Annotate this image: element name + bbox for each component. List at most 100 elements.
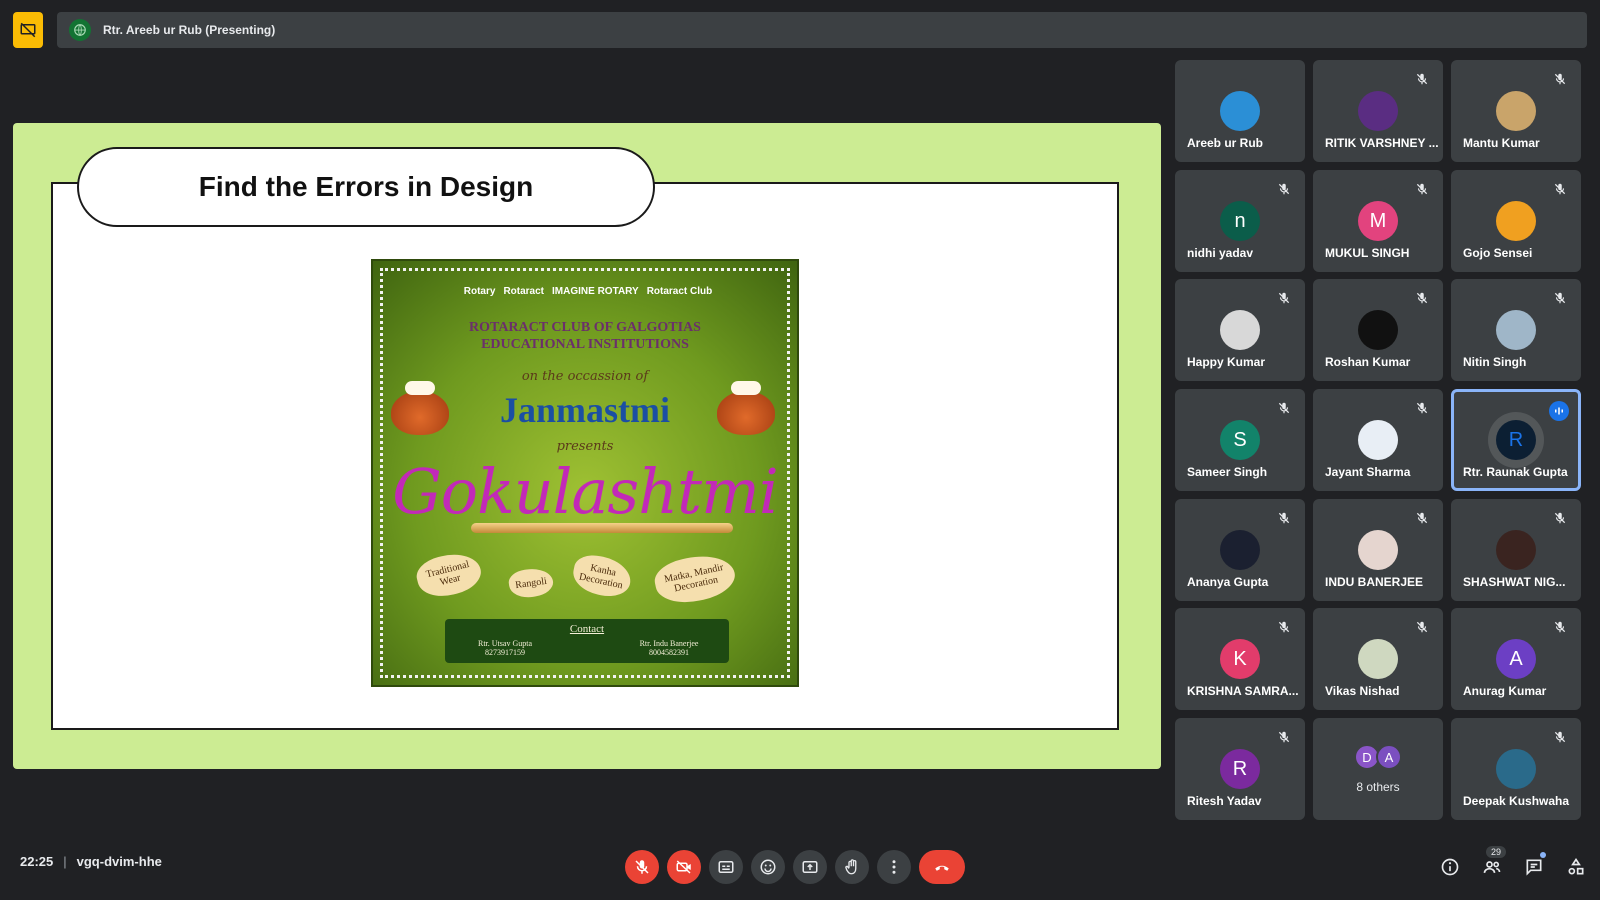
- activities-button[interactable]: [1560, 850, 1592, 884]
- poster-org-line1: ROTARACT CLUB OF GALGOTIAS: [469, 320, 701, 335]
- contact-name: Rtr. Utsav Gupta: [478, 639, 532, 648]
- poster-contact: Contact Rtr. Utsav Gupta 8273917159 Rtr.…: [445, 619, 729, 663]
- participant-tile[interactable]: Gojo Sensei: [1451, 170, 1581, 272]
- participant-tile-others[interactable]: DA 8 others: [1313, 718, 1443, 820]
- participant-tile[interactable]: R Rtr. Raunak Gupta: [1451, 389, 1581, 491]
- stop-presenting-button[interactable]: [13, 12, 43, 48]
- captions-icon: [718, 861, 734, 873]
- info-icon: [1441, 858, 1459, 876]
- mic-off-icon: [1415, 72, 1429, 86]
- avatar: n: [1220, 201, 1260, 241]
- chat-icon: [1526, 859, 1542, 876]
- participant-name: nidhi yadav: [1187, 246, 1254, 260]
- participant-name: Happy Kumar: [1187, 355, 1266, 369]
- presentation-stage: Find the Errors in Design Rotary Rotarac…: [13, 123, 1161, 769]
- mic-off-icon: [1277, 291, 1291, 305]
- participant-tile[interactable]: R Ritesh Yadav: [1175, 718, 1305, 820]
- camera-toggle-button[interactable]: [667, 850, 701, 884]
- contact-person-2: Rtr. Indu Banerjee 8004582391: [619, 639, 719, 657]
- participant-name: Vikas Nishad: [1325, 684, 1400, 698]
- participant-name: RITIK VARSHNEY ...: [1325, 136, 1439, 150]
- mic-off-icon: [1553, 72, 1567, 86]
- call-controls: [625, 850, 965, 884]
- mic-off-icon: [1415, 620, 1429, 634]
- avatar: [1358, 420, 1398, 460]
- participant-name: Anurag Kumar: [1463, 684, 1547, 698]
- avatar: [1358, 91, 1398, 131]
- speaking-indicator-icon: [1549, 401, 1569, 421]
- poster-presents: presents: [556, 439, 614, 454]
- mic-toggle-button[interactable]: [625, 850, 659, 884]
- avatar: [1496, 530, 1536, 570]
- meeting-code: vgq-dvim-hhe: [76, 854, 162, 869]
- poster-logos: Rotary Rotaract IMAGINE ROTARY Rotaract …: [423, 279, 753, 303]
- meeting-details-button[interactable]: [1434, 850, 1466, 884]
- poster-tags: Traditional Wear Rangoli Kanha Decoratio…: [413, 547, 757, 611]
- participant-tile[interactable]: Vikas Nishad: [1313, 608, 1443, 710]
- avatar: R: [1220, 749, 1260, 789]
- participant-tile[interactable]: n nidhi yadav: [1175, 170, 1305, 272]
- participant-tile[interactable]: Areeb ur Rub: [1175, 60, 1305, 162]
- participant-name: Gojo Sensei: [1463, 246, 1533, 260]
- avatar: [1358, 310, 1398, 350]
- people-button[interactable]: 29: [1476, 846, 1508, 884]
- participant-tile[interactable]: S Sameer Singh: [1175, 389, 1305, 491]
- mic-off-icon: [1415, 182, 1429, 196]
- participant-tile[interactable]: Ananya Gupta: [1175, 499, 1305, 601]
- avatar: [1220, 530, 1260, 570]
- participant-tile[interactable]: Jayant Sharma: [1313, 389, 1443, 491]
- avatar: A: [1496, 639, 1536, 679]
- present-screen-button[interactable]: [793, 850, 827, 884]
- poster-tag: Traditional Wear: [413, 547, 485, 603]
- presenting-bar: Rtr. Areeb ur Rub (Presenting): [57, 12, 1587, 48]
- avatar: R: [1496, 420, 1536, 460]
- mic-off-icon: [1277, 730, 1291, 744]
- participant-name: Jayant Sharma: [1325, 465, 1411, 479]
- participant-tile[interactable]: RITIK VARSHNEY ...: [1313, 60, 1443, 162]
- participant-tile[interactable]: K KRISHNA SAMRA...: [1175, 608, 1305, 710]
- mic-off-icon: [1277, 401, 1291, 415]
- contact-phone: 8004582391: [649, 648, 689, 657]
- poster-org: ROTARACT CLUB OF GALGOTIAS EDUCATIONAL I…: [373, 319, 797, 353]
- poster-main-title: Gokulashtmi: [392, 455, 778, 528]
- flute-graphic: [471, 523, 733, 533]
- globe-icon: [74, 24, 86, 36]
- more-options-button[interactable]: [877, 850, 911, 884]
- avatar: [1220, 91, 1260, 131]
- mic-off-icon: [635, 860, 649, 874]
- captions-button[interactable]: [709, 850, 743, 884]
- participant-name: Ritesh Yadav: [1187, 794, 1262, 808]
- participant-tile[interactable]: Mantu Kumar: [1451, 60, 1581, 162]
- participant-tile[interactable]: Deepak Kushwaha: [1451, 718, 1581, 820]
- camera-off-icon: [676, 860, 691, 874]
- presenting-label: Rtr. Areeb ur Rub (Presenting): [103, 23, 276, 37]
- participant-tile[interactable]: INDU BANERJEE: [1313, 499, 1443, 601]
- chat-unread-dot: [1540, 852, 1546, 858]
- participant-tile[interactable]: Happy Kumar: [1175, 279, 1305, 381]
- people-count-badge: 29: [1486, 846, 1507, 858]
- meeting-separator: |: [63, 854, 67, 869]
- participant-name: KRISHNA SAMRA...: [1187, 684, 1299, 698]
- participant-name: Areeb ur Rub: [1187, 136, 1264, 150]
- chat-button[interactable]: [1518, 850, 1550, 884]
- avatar: [1496, 310, 1536, 350]
- leave-call-button[interactable]: [919, 850, 965, 884]
- poster-image: Rotary Rotaract IMAGINE ROTARY Rotaract …: [371, 259, 799, 687]
- emoji-icon: [760, 859, 776, 875]
- participant-tile[interactable]: M MUKUL SINGH: [1313, 170, 1443, 272]
- poster-event: Janmastmi: [500, 390, 670, 430]
- slide-title-box: Find the Errors in Design: [77, 147, 655, 227]
- present-off-icon: [20, 22, 36, 38]
- avatar: [1496, 91, 1536, 131]
- participant-tile[interactable]: SHASHWAT NIG...: [1451, 499, 1581, 601]
- participant-tile[interactable]: Roshan Kumar: [1313, 279, 1443, 381]
- mic-off-icon: [1553, 620, 1567, 634]
- top-bar: Rtr. Areeb ur Rub (Presenting): [13, 12, 1587, 48]
- raise-hand-button[interactable]: [835, 850, 869, 884]
- mic-off-icon: [1277, 182, 1291, 196]
- participant-tile[interactable]: Nitin Singh: [1451, 279, 1581, 381]
- mic-off-icon: [1415, 511, 1429, 525]
- participant-grid: Areeb ur Rub RITIK VARSHNEY ... Mantu Kuma…: [1175, 60, 1588, 839]
- participant-tile[interactable]: A Anurag Kumar: [1451, 608, 1581, 710]
- reactions-button[interactable]: [751, 850, 785, 884]
